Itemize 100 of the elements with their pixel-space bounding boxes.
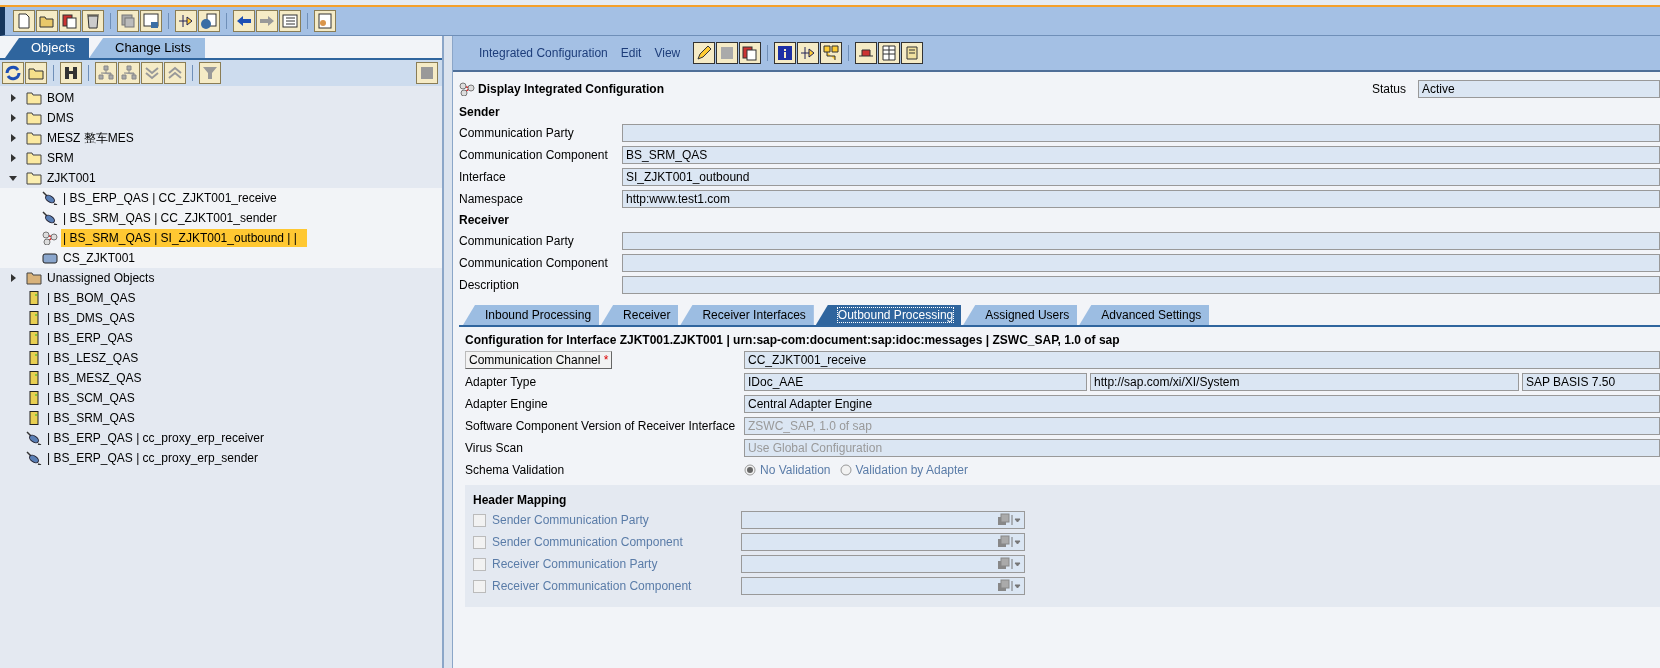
field-label: Namespace [459,192,525,206]
expand-arrow-icon[interactable] [8,93,18,103]
field-label: Schema Validation [465,463,566,477]
tab[interactable]: Assigned Users [963,305,1078,325]
tree-icon[interactable] [118,62,140,84]
tree-item[interactable]: | BS_MESZ_QAS [45,369,144,387]
stop-icon[interactable] [416,62,438,84]
expand-arrow-icon[interactable] [8,133,18,143]
splitter-bar[interactable] [444,36,453,668]
tree-item[interactable]: CS_ZJKT001 [61,249,138,267]
checkbox-label: Sender Communication Component [492,535,683,549]
stack-icon[interactable] [117,10,139,32]
tree-item[interactable]: BOM [45,89,77,107]
save-icon[interactable] [716,42,739,64]
input-field[interactable] [622,232,1660,250]
section-heading: Receiver [459,212,511,229]
down-icon[interactable] [141,62,163,84]
tree-item[interactable]: DMS [45,109,76,127]
new-document-icon[interactable] [13,10,35,32]
input-field[interactable]: SI_ZJKT001_outbound [622,168,1660,186]
person-card-icon[interactable] [314,10,336,32]
tree-item[interactable]: | BS_SRM_QAS | SI_ZJKT001_outbound | | [61,229,307,247]
folder-icon[interactable] [25,62,47,84]
checkbox-label: Sender Communication Party [492,513,649,527]
tree-item[interactable]: Unassigned Objects [45,269,157,287]
input-field[interactable] [741,511,1025,529]
trash-icon[interactable] [82,10,104,32]
tree-item[interactable]: | BS_LESZ_QAS [45,349,141,367]
info-icon[interactable] [774,42,797,64]
panel-tab[interactable]: Objects [5,38,90,58]
list-icon[interactable] [279,10,301,32]
input-field[interactable]: Central Adapter Engine [744,395,1660,413]
tree-item[interactable]: | BS_DMS_QAS [45,309,137,327]
value-help-icon[interactable] [996,557,1022,571]
radio-label: No Validation [760,463,831,477]
input-field[interactable]: http:www.test1.com [622,190,1660,208]
menu-item[interactable]: View [654,46,681,60]
field-label: Virus Scan [465,441,524,455]
help-icon[interactable] [198,10,220,32]
tree-item[interactable]: | BS_BOM_QAS [45,289,138,307]
section-heading: Header Mapping [473,492,568,509]
input-field[interactable]: SAP BASIS 7.50 [1521,373,1660,391]
expand-arrow-icon[interactable] [8,173,18,183]
folder-icon [26,111,42,125]
tab[interactable]: Receiver [601,305,679,325]
communication-channel-button[interactable]: Communication Channel * [465,351,613,369]
scroll-icon[interactable] [901,42,924,64]
expand-arrow-icon[interactable] [8,273,18,283]
menu-item[interactable]: Edit [620,46,642,60]
value-help-icon[interactable] [996,579,1022,593]
server-icon [26,411,42,425]
tab[interactable]: Outbound Processing [815,305,962,325]
tree-item[interactable]: MESZ 整车MES [45,127,136,149]
folder-icon [26,171,42,185]
server-icon [26,391,42,405]
input-field[interactable] [622,254,1660,272]
tree-item[interactable]: | BS_SCM_QAS [45,389,137,407]
folder-icon [26,271,42,285]
input-field[interactable] [622,124,1660,142]
server-icon [26,351,42,365]
hat-icon[interactable] [855,42,878,64]
tree-item[interactable]: | BS_ERP_QAS [45,329,135,347]
molecule-icon [459,82,475,96]
input-field[interactable] [741,555,1025,573]
pencil-icon[interactable] [693,42,716,64]
value-help-icon[interactable] [996,535,1022,549]
tree-item[interactable]: | BS_ERP_QAS | cc_proxy_erp_sender [45,449,260,467]
expand-arrow-icon[interactable] [8,113,18,123]
compare-icon[interactable] [820,42,843,64]
refresh-icon[interactable] [2,62,24,84]
tree-item[interactable]: | BS_SRM_QAS [45,409,137,427]
window-icon[interactable] [140,10,162,32]
tree-item[interactable]: | BS_ERP_QAS | cc_proxy_erp_receiver [45,429,266,447]
input-field[interactable] [622,276,1660,294]
menu-item[interactable]: Integrated Configuration [479,46,608,60]
arrows-icon[interactable] [175,10,197,32]
value-help-icon[interactable] [996,513,1022,527]
panel-tab[interactable]: Change Lists [89,38,205,58]
funnel-icon[interactable] [199,62,221,84]
input-field[interactable]: IDoc_AAE [744,373,1088,391]
expand-arrow-icon[interactable] [8,153,18,163]
table-icon[interactable] [878,42,901,64]
input-field[interactable] [741,533,1025,551]
copy-icon[interactable] [59,10,81,32]
tab[interactable]: Receiver Interfaces [680,305,814,325]
input-field[interactable] [741,577,1025,595]
status-field[interactable]: Active [1418,80,1660,98]
input-field[interactable]: BS_SRM_QAS [622,146,1660,164]
arrows-icon[interactable] [797,42,820,64]
input-field[interactable]: CC_ZJKT001_receive [744,351,1660,369]
up-icon[interactable] [164,62,186,84]
tree-item[interactable]: SRM [45,149,76,167]
tab[interactable]: Inbound Processing [463,305,600,325]
server-icon [26,291,42,305]
tree-item[interactable]: ZJKT001 [45,169,98,187]
copy-icon[interactable] [739,42,762,64]
input-field[interactable]: http://sap.com/xi/XI/System [1090,373,1519,391]
tree-icon[interactable] [95,62,117,84]
tab[interactable]: Advanced Settings [1079,305,1210,325]
binoculars-icon[interactable] [60,62,82,84]
